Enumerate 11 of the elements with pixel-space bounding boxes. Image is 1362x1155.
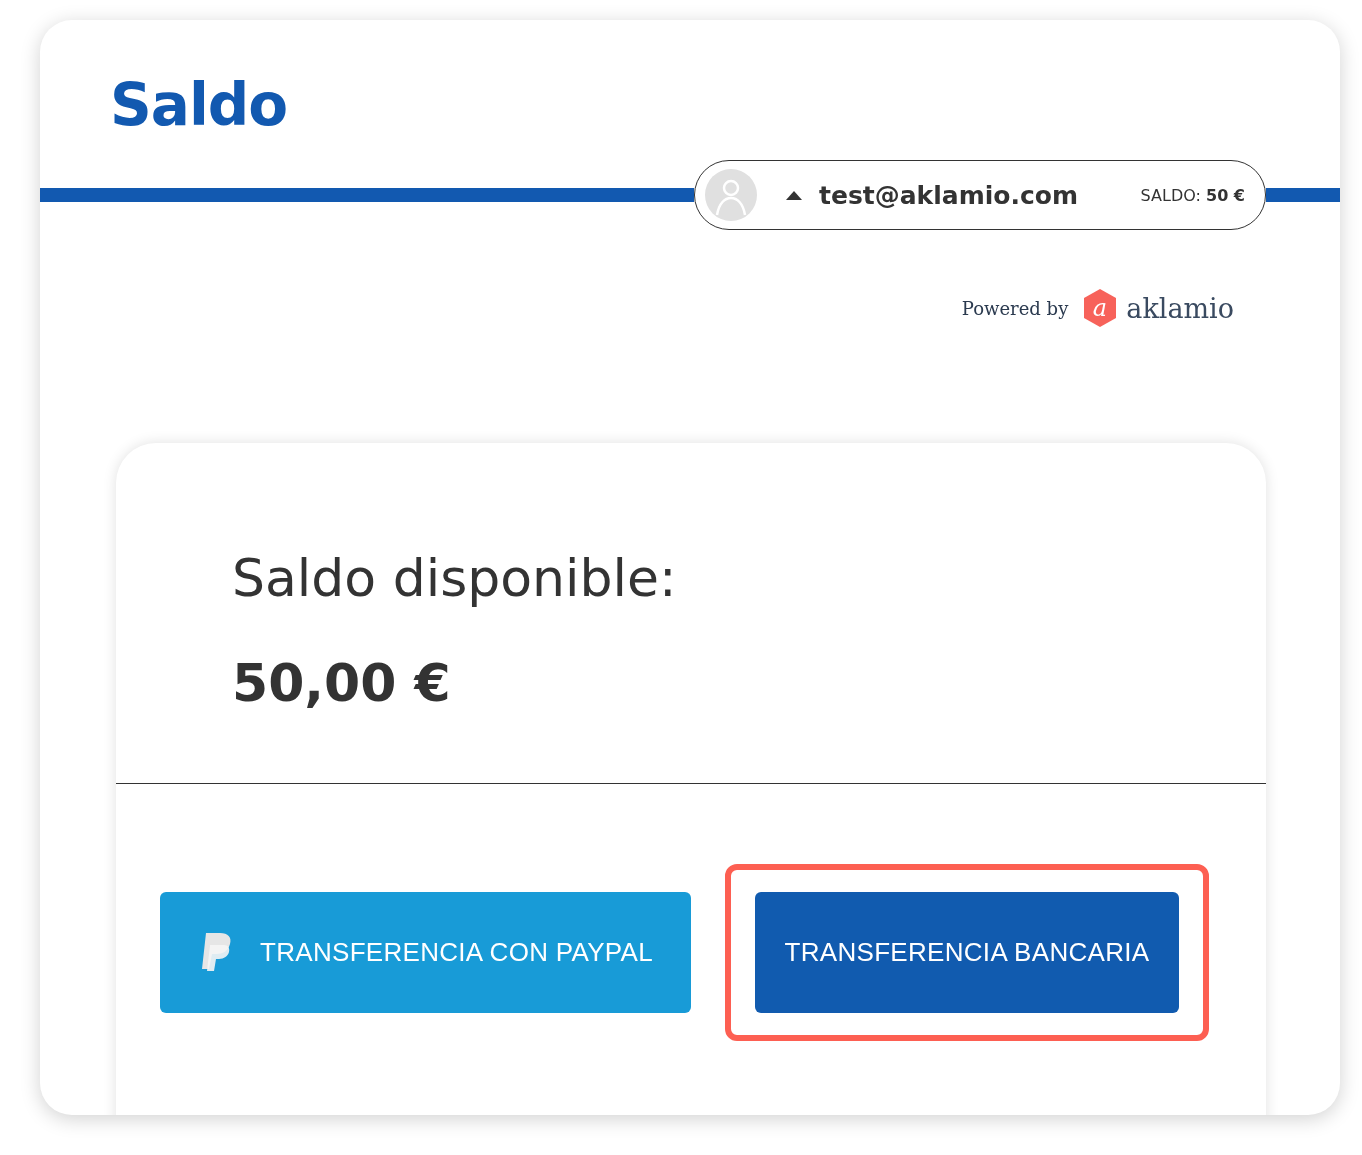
avatar-icon <box>705 169 757 221</box>
balance-summary: SALDO: 50 € <box>1140 185 1245 205</box>
user-email[interactable]: test@aklamio.com <box>819 180 1078 210</box>
caret-icon[interactable] <box>785 189 803 201</box>
available-balance-heading: Saldo disponible: <box>232 547 678 610</box>
logo-icon: a <box>1082 288 1119 328</box>
powered-by-label: Powered by <box>961 297 1069 319</box>
brand-name: aklamio <box>1126 292 1234 324</box>
page-title: Saldo <box>109 70 289 140</box>
balance-amount: 50,00 € <box>232 653 452 713</box>
bank-transfer-button[interactable]: TRANSFERENCIA BANCARIA <box>755 892 1179 1013</box>
